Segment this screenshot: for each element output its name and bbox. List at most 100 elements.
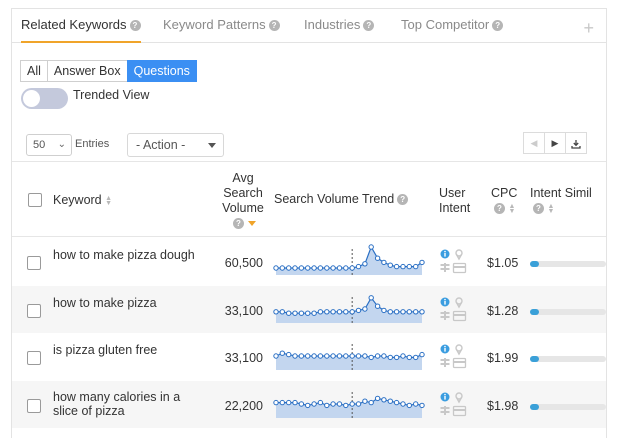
trend-point (393, 263, 400, 270)
row-checkbox[interactable] (27, 256, 41, 270)
trend-point (298, 353, 305, 359)
help-icon[interactable]: ? (268, 20, 280, 32)
table-row: how to make pizza 33,100 $1.28 (12, 286, 606, 333)
next-page-button[interactable]: ▶ (544, 132, 566, 154)
trend-point (368, 295, 374, 301)
prev-page-button[interactable]: ◀ (523, 132, 545, 154)
trend-point (336, 265, 343, 271)
trend-point (362, 306, 368, 312)
help-icon[interactable]: ? (363, 20, 375, 32)
intent-similarity-bar (530, 261, 606, 267)
location-pin-icon (455, 297, 463, 309)
keyword-link[interactable]: how to make pizza dough (53, 248, 203, 262)
trend-point (387, 398, 394, 404)
keyword-link[interactable]: how to make pizza (53, 296, 203, 310)
trend-point (368, 399, 374, 406)
trend-point (343, 353, 349, 359)
trend-point (400, 401, 406, 407)
trend-point (393, 309, 400, 315)
chevron-down-icon: ⌄ (57, 139, 66, 150)
info-icon[interactable] (440, 392, 450, 402)
help-icon[interactable]: ? (397, 194, 409, 206)
navigation-icon (440, 311, 450, 320)
intent-similarity-column-header[interactable]: Intent Simil ? ▲ ▼ (530, 186, 606, 216)
search-volume-value: 22,200 (224, 399, 263, 413)
trend-point (298, 401, 305, 407)
filter-all-button[interactable]: All (20, 60, 48, 82)
download-button[interactable] (565, 132, 587, 154)
trend-point (413, 401, 419, 407)
trend-point (368, 354, 374, 361)
keyword-link[interactable]: how many calories in a slice of pizza (53, 390, 203, 418)
intent-similarity-fill (530, 356, 540, 362)
entries-select[interactable]: 50 ⌄ (26, 134, 72, 156)
trend-point (393, 354, 400, 361)
help-icon[interactable]: ? (533, 203, 544, 215)
intent-similarity-bar (530, 404, 606, 410)
cpc-column-header[interactable]: CPC ? ▲ ▼ (491, 186, 517, 216)
action-select[interactable]: - Action - (127, 133, 224, 157)
filter-answer-box-button[interactable]: Answer Box (46, 60, 128, 82)
row-checkbox[interactable] (27, 304, 41, 318)
user-intent-icons (440, 297, 470, 328)
location-pin-icon (455, 344, 463, 356)
intent-similarity-bar (530, 309, 606, 315)
location-pin-icon (455, 249, 463, 261)
filter-questions-button[interactable]: Questions (126, 60, 197, 82)
add-tab-icon[interactable]: + (583, 19, 594, 37)
info-icon[interactable] (440, 297, 450, 307)
trend-point (273, 265, 279, 271)
keyword-link[interactable]: is pizza gluten free (53, 343, 203, 357)
info-icon[interactable] (440, 344, 450, 354)
help-icon[interactable]: ? (129, 20, 141, 32)
tab-top-competitor[interactable]: Top Competitor? (401, 9, 504, 43)
trend-point (362, 261, 368, 267)
trend-point (387, 354, 394, 361)
sort-icon: ▲ ▼ (547, 202, 555, 215)
cpc-value: $1.98 (487, 399, 519, 413)
tab-keyword-patterns[interactable]: Keyword Patterns? (163, 9, 280, 43)
intent-similarity-fill (530, 261, 540, 267)
trend-point (343, 265, 349, 271)
trend-point (286, 310, 292, 316)
row-checkbox[interactable] (27, 399, 41, 413)
help-icon[interactable]: ? (492, 20, 504, 32)
search-volume-trend-column-header: Search Volume Trend? (274, 192, 409, 207)
cpc-value: $1.28 (487, 304, 519, 318)
trend-point (279, 309, 286, 315)
trend-point (419, 309, 425, 315)
table-row: how to make pizza dough 60,500 $1.05 (12, 238, 606, 285)
trend-point (355, 353, 362, 359)
avg-search-volume-column-header[interactable]: Avg Search Volume ? (216, 171, 270, 231)
sort-icon: ▲ ▼ (105, 194, 113, 207)
trend-point (311, 265, 317, 271)
select-all-checkbox[interactable] (28, 193, 42, 207)
navigation-icon (440, 358, 450, 367)
trend-point (413, 354, 419, 361)
trend-point (279, 399, 286, 406)
tab-related-keywords[interactable]: Related Keywords? (21, 9, 141, 43)
navigation-icon (440, 263, 450, 272)
info-icon[interactable] (440, 249, 450, 259)
tab-bar: Related Keywords? Keyword Patterns? Indu… (12, 9, 606, 43)
row-checkbox[interactable] (27, 351, 41, 365)
help-icon[interactable]: ? (233, 218, 244, 230)
trend-point (349, 401, 355, 407)
trend-point (400, 309, 406, 315)
trend-point (305, 265, 311, 271)
trended-view-toggle[interactable] (21, 88, 68, 109)
trend-point (387, 262, 394, 268)
trend-point (393, 399, 400, 406)
trend-point (336, 401, 343, 407)
trend-point (330, 265, 336, 271)
trend-point (374, 303, 381, 309)
keyword-research-panel: Related Keywords? Keyword Patterns? Indu… (11, 8, 607, 438)
keyword-column-header[interactable]: Keyword ▲ ▼ (53, 193, 113, 208)
tab-industries[interactable]: Industries? (304, 9, 375, 43)
trend-sparkline (273, 392, 425, 418)
trend-point (311, 310, 317, 316)
trend-point (273, 309, 279, 315)
trend-point (349, 353, 355, 359)
help-icon[interactable]: ? (494, 203, 505, 215)
trend-point (298, 265, 305, 271)
